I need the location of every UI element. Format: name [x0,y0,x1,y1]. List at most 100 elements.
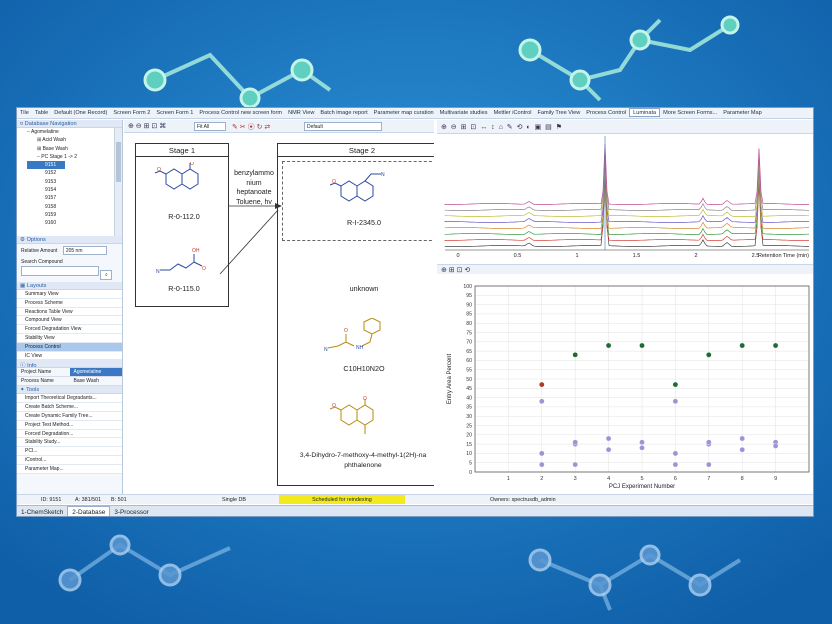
status-db: Single DB [222,497,246,503]
zoom-select[interactable]: Fit All [194,122,226,131]
tool-item[interactable]: iControl... [17,455,122,465]
structure-c10h10n2o[interactable]: NH N O [324,318,394,360]
scatter-tool-icons[interactable]: ⊕ ⊞ ⊡ ⟲ [441,266,470,274]
tool-item[interactable]: Forced Degradation... [17,429,122,439]
layout-item[interactable]: Forced Degradation View [17,325,122,334]
y-tick-label: 0 [469,470,472,476]
search-compound-input[interactable] [21,266,99,276]
y-axis-label: Entry Area Percent [447,353,453,404]
x-tick-label: 6 [674,476,677,482]
tree-node[interactable]: 9159 [27,211,65,219]
database-navigation-header[interactable]: ¤ Database Navigation [17,120,122,128]
search-compound-label: Search Compound [21,259,63,265]
tools-header[interactable]: ✦ Tools [17,386,122,395]
status-owners: Owners: spectrusdb_admin [490,497,556,503]
menu-item-4[interactable]: Screen Form 1 [153,108,196,116]
scheme-toolbar: ⊕ ⊖ ⊞ ⊡ ⌘ Fit All ✎ ✂ ⦿ ↻ ⇄ Default [124,120,434,133]
menu-item-1[interactable]: Table [32,108,51,116]
chromatogram-trace [444,149,810,211]
menu-item-13[interactable]: Luminata [629,108,661,117]
chromatogram-tool-icons[interactable]: ⊕ ⊖ ⊞ ⊡ ↔ ↕ ⌂ ✎ ⟲ ◐ ▣ ▤ ⚑ [441,123,563,131]
data-point [539,450,545,457]
y-tick-label: 90 [466,302,472,308]
chromatogram-toolbar: ⊕ ⊖ ⊞ ⊡ ↔ ↕ ⌂ ✎ ⟲ ◐ ▣ ▤ ⚑ [437,120,813,134]
layout-item[interactable]: Summary View [17,290,122,299]
menu-item-9[interactable]: Multivariate studies [437,108,491,116]
tree-node[interactable]: 9158 [27,203,65,211]
chromatogram-tick-label: 1 [575,253,578,259]
data-point [672,461,679,468]
layout-item[interactable]: Reactions Table View [17,307,122,317]
chromatogram-trace [444,161,809,223]
info-key: Project Name [21,369,52,376]
data-point [572,461,578,468]
reaction-scheme-canvas[interactable]: Stage 1 Stage 2 OO R-0-112.0 N OH O R-0-11… [124,134,434,494]
tab-3-processor[interactable]: 3-Processor [110,507,152,516]
status-bar: ID: 9151 A: 381/501 B: 501 Single DB Sch… [17,494,813,504]
tree-node[interactable]: 9157 [27,194,65,202]
x-axis-label: PCJ Experiment Number [609,484,675,490]
structure-ri2345[interactable]: NO [329,170,389,212]
layout-item[interactable]: Compound View [17,316,122,326]
search-button[interactable]: ⌕ [100,270,113,280]
menu-item-2[interactable]: Default (One Record) [51,108,110,116]
menu-item-0[interactable]: Tile [17,108,32,116]
tree-node[interactable]: ⊞ Acid Wash [27,136,114,144]
layout-item[interactable]: Process Scheme [17,298,122,308]
layouts-header[interactable]: ▦ Layouts [17,282,122,290]
layout-item[interactable]: IC View [17,351,122,361]
navigation-tree[interactable]: − Agomelatine ⊞ Acid Wash ⊞ Base Wash − PC … [17,128,115,236]
menu-item-5[interactable]: Process Control new screen form [196,108,285,116]
data-point [705,439,712,446]
style-select[interactable]: Default [304,122,382,131]
tree-node[interactable]: ⊞ Base Wash [27,145,114,153]
layout-item[interactable]: Stability View [17,333,122,343]
tab-2-database[interactable]: 2-Database [67,506,111,516]
tool-item[interactable]: Import Theoretical Degradants... [17,394,122,404]
tool-item[interactable]: PCI... [17,447,122,456]
menu-item-8[interactable]: Parameter map curation [371,108,437,116]
chromatogram-trace [444,155,810,217]
tree-node[interactable]: 9154 [27,186,65,194]
tool-item[interactable]: Stability Study... [17,438,122,448]
menu-item-14[interactable]: More Screen Forms... [660,108,720,116]
menu-item-3[interactable]: Screen Form 2 [110,108,153,116]
y-tick-label: 20 [466,433,472,439]
zoom-icons[interactable]: ⊕ ⊖ ⊞ ⊡ ⌘ [128,122,166,130]
tree-node[interactable]: 9160 [27,219,65,227]
data-point [772,342,779,349]
compound-label-s2-3: C10H10N2O [343,364,385,373]
tree-node[interactable]: 9152 [27,169,65,177]
y-tick-label: 35 [466,405,472,411]
relative-amount-select[interactable]: 205 nm [62,246,107,255]
scatter-plot[interactable]: 0510152025303540455055606570758085909510… [437,274,814,494]
menu-item-15[interactable]: Parameter Map [720,108,765,116]
menu-item-7[interactable]: Batch image report [317,108,370,116]
tab-1-chemsketch[interactable]: 1-ChemSketch [17,507,67,516]
data-point [739,342,746,349]
tree-node[interactable]: − Agomelatine [27,128,114,136]
menu-item-10[interactable]: Mettler iControl [491,108,535,116]
layout-item[interactable]: Process Control [17,342,122,352]
data-point [739,446,746,453]
options-header[interactable]: ⚙ Options [17,236,122,244]
tool-item[interactable]: Parameter Map... [17,464,122,474]
menu-item-12[interactable]: Process Control [583,108,629,116]
menu-item-11[interactable]: Family Tree View [535,108,584,116]
tool-item[interactable]: Create Dynamic Family Tree... [17,411,122,421]
tree-node[interactable]: − PC Stage 1 -> 2 [27,153,114,161]
menu-item-6[interactable]: NMR View [285,108,317,116]
info-header[interactable]: ⓘ Info [17,360,122,369]
tool-item[interactable]: Project Test Method... [17,420,122,430]
tree-node[interactable]: 9151 [27,161,65,170]
structure-dihydro-methoxy[interactable]: OO [329,396,389,444]
edit-icons[interactable]: ✎ ✂ ⦿ ↻ ⇄ [232,122,270,132]
chromatogram-plot[interactable]: 0 0.5 1 1.5 2 2.5Retention Time (min) [437,134,814,262]
tree-node[interactable]: 9153 [27,178,65,186]
y-tick-label: 45 [466,386,472,392]
app-window: Tile Table Default (One Record) Screen Form… [16,107,814,517]
y-tick-label: 80 [466,321,472,327]
tree-scrollbar[interactable] [114,128,122,236]
tool-item[interactable]: Create Batch Scheme... [17,403,122,412]
chromatogram-tick-label: 1.5 [633,253,641,259]
